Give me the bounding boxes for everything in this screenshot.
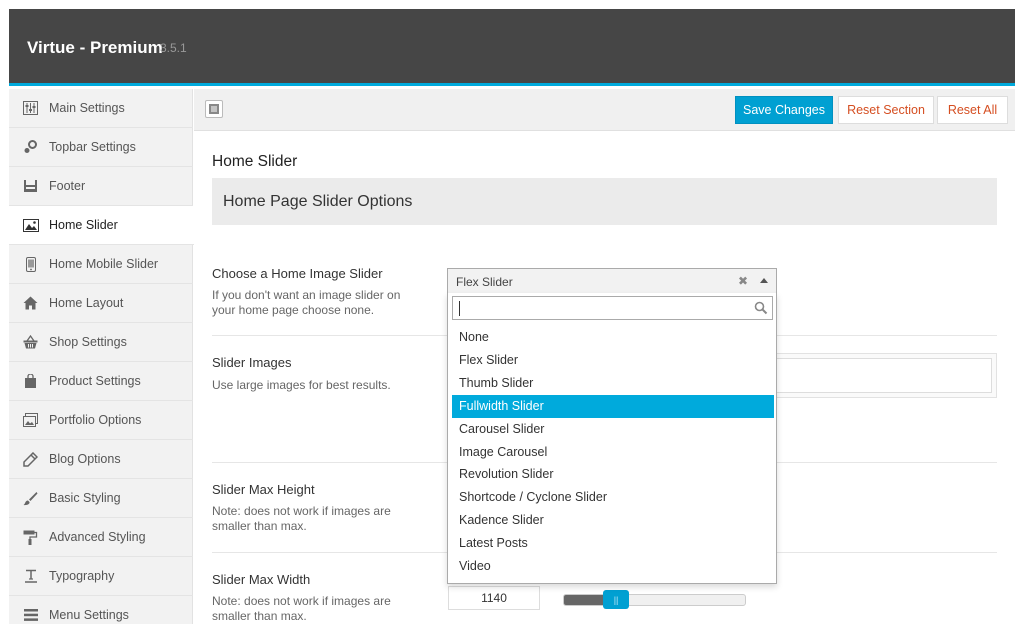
sidebar-item-label: Main Settings — [49, 101, 125, 115]
dropdown-option[interactable]: Fullwidth Slider — [452, 394, 774, 418]
sidebar-item-label: Topbar Settings — [49, 140, 136, 154]
sidebar-item-label: Portfolio Options — [49, 413, 142, 427]
sidebar-item-label: Product Settings — [49, 374, 141, 388]
dropdown-option[interactable]: None — [452, 326, 774, 349]
sidebar-item-main-settings[interactable]: Main Settings — [9, 89, 193, 128]
subsection-header: Home Page Slider Options — [212, 178, 997, 225]
sidebar-item-home-layout[interactable]: Home Layout — [9, 284, 193, 323]
chevron-up-icon[interactable] — [760, 278, 768, 283]
max-height-label: Slider Max Height — [212, 482, 315, 497]
slider-images-desc: Use large images for best results. — [212, 378, 391, 392]
home-icon — [22, 296, 39, 311]
gallery-field[interactable] — [752, 358, 992, 393]
expand-options-button[interactable] — [205, 100, 223, 118]
dropdown-option[interactable]: Revolution Slider — [452, 463, 774, 486]
slider-choice-label: Choose a Home Image Slider — [212, 266, 383, 281]
sidebar-item-advanced-styling[interactable]: Advanced Styling — [9, 518, 193, 557]
sidebar: Main Settings Topbar Settings Footer Hom… — [9, 89, 194, 624]
max-height-desc: Note: does not work if images are smalle… — [212, 504, 391, 533]
slider-handle[interactable]: || — [603, 590, 630, 609]
brush-icon — [22, 491, 39, 506]
sidebar-item-label: Home Mobile Slider — [49, 257, 159, 271]
footer-icon — [22, 179, 39, 194]
sidebar-item-menu-settings[interactable]: Menu Settings — [9, 596, 193, 624]
slider-choice-desc: If you don't want an image slider on you… — [212, 288, 401, 317]
max-width-input[interactable]: 1140 — [448, 586, 540, 610]
list-icon — [209, 102, 219, 117]
bag-icon — [22, 374, 39, 389]
sidebar-item-label: Home Slider — [49, 218, 118, 232]
sidebar-item-portfolio-options[interactable]: Portfolio Options — [9, 401, 193, 440]
sidebar-item-label: Footer — [49, 179, 86, 193]
text-icon — [22, 569, 39, 584]
sidebar-item-label: Home Layout — [49, 296, 124, 310]
app-version: 3.5.1 — [160, 41, 187, 55]
sidebar-item-shop-settings[interactable]: Shop Settings — [9, 323, 193, 362]
sidebar-item-basic-styling[interactable]: Basic Styling — [9, 479, 193, 518]
select-value: Flex Slider — [456, 275, 513, 289]
sidebar-item-home-mobile-slider[interactable]: Home Mobile Slider — [9, 245, 193, 284]
sliders-icon — [22, 101, 39, 116]
mobile-icon — [22, 256, 39, 272]
max-width-label: Slider Max Width — [212, 572, 311, 587]
slider-select[interactable]: Flex Slider ✖ — [447, 268, 777, 294]
max-width-desc: Note: does not work if images are smalle… — [212, 594, 391, 623]
sidebar-item-typography[interactable]: Typography — [9, 557, 193, 596]
sidebar-item-footer[interactable]: Footer — [9, 167, 193, 206]
dropdown-option[interactable]: Latest Posts — [452, 532, 774, 555]
dropdown-option[interactable]: Thumb Slider — [452, 372, 774, 395]
sidebar-item-label: Basic Styling — [49, 491, 121, 505]
roller-icon — [22, 530, 39, 545]
sidebar-item-home-slider[interactable]: Home Slider — [9, 206, 194, 245]
search-icon — [754, 301, 768, 315]
text-caret — [459, 301, 460, 316]
app-frame: Virtue - Premium 3.5.1 Main Settings Top… — [9, 9, 1015, 624]
dropdown-option[interactable]: Shortcode / Cyclone Slider — [452, 486, 774, 509]
slider-images-label: Slider Images — [212, 355, 292, 370]
menu-icon — [22, 608, 39, 623]
sidebar-item-label: Advanced Styling — [49, 530, 146, 544]
slider-images-gallery[interactable] — [747, 353, 997, 398]
slider-dropdown: None Flex Slider Thumb Slider Fullwidth Sli… — [447, 293, 777, 584]
header-bar: Virtue - Premium 3.5.1 — [9, 9, 1015, 86]
dropdown-search-input[interactable] — [452, 296, 773, 320]
main-content: Home Slider Home Page Slider Options Cho… — [194, 131, 1015, 624]
toolbar: Save Changes Reset Section Reset All — [194, 89, 1015, 131]
picture-icon — [22, 218, 39, 233]
sidebar-item-label: Shop Settings — [49, 335, 127, 349]
sidebar-item-topbar-settings[interactable]: Topbar Settings — [9, 128, 193, 167]
app-title: Virtue - Premium — [27, 38, 163, 57]
dropdown-option[interactable]: Kadence Slider — [452, 509, 774, 532]
max-width-slider[interactable] — [563, 594, 746, 606]
dropdown-option[interactable]: Carousel Slider — [452, 418, 774, 441]
basket-icon — [22, 335, 39, 350]
section-title: Home Slider — [212, 153, 298, 170]
sidebar-item-product-settings[interactable]: Product Settings — [9, 362, 193, 401]
dropdown-option[interactable]: Image Carousel — [452, 441, 774, 464]
reset-all-button[interactable]: Reset All — [937, 96, 1008, 124]
save-changes-button[interactable]: Save Changes — [735, 96, 833, 124]
sidebar-item-label: Typography — [49, 569, 115, 583]
pen-icon — [22, 451, 39, 467]
reset-section-button[interactable]: Reset Section — [838, 96, 934, 124]
subsection-title: Home Page Slider Options — [223, 192, 413, 210]
sidebar-item-blog-options[interactable]: Blog Options — [9, 440, 193, 479]
dropdown-option[interactable]: Flex Slider — [452, 349, 774, 372]
cog-icon — [22, 140, 39, 155]
dropdown-option[interactable]: Video — [452, 555, 774, 578]
portfolio-icon — [22, 413, 39, 428]
sidebar-item-label: Menu Settings — [49, 608, 129, 622]
clear-icon[interactable]: ✖ — [738, 274, 748, 288]
sidebar-item-label: Blog Options — [49, 452, 121, 466]
